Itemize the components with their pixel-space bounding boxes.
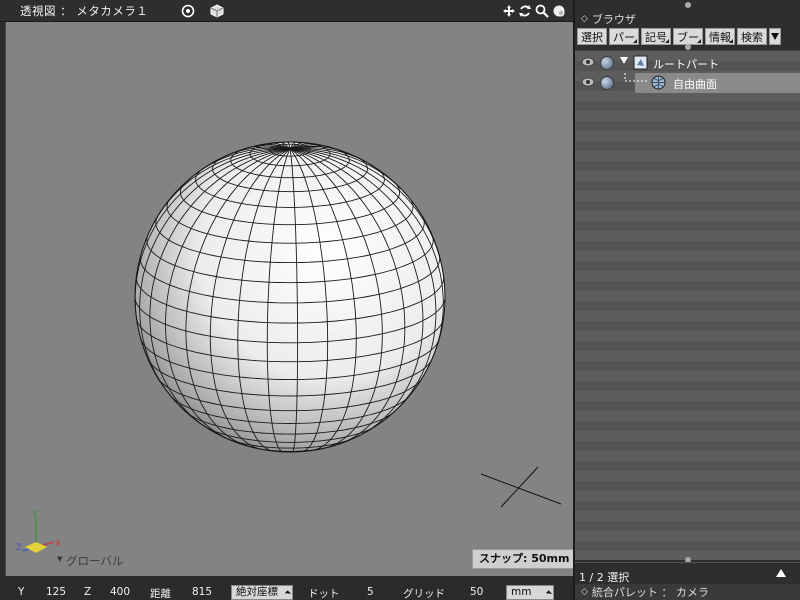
chevron-down-icon [771,33,779,40]
target-icon[interactable] [181,4,195,18]
surface-icon [651,75,666,90]
tab-menu-corner-icon [697,39,701,43]
render-ball-icon[interactable] [600,56,614,70]
tab-menu-corner-icon [633,39,637,43]
tree-connector [624,73,649,82]
browser-footer: 1 / 2 選択 [575,562,800,584]
tab-menu-corner-icon [729,39,733,43]
y-coord-label: Y [18,586,25,598]
viewport-bottom-edge [0,576,573,584]
tree-row-free-surface[interactable]: 自由曲面 [575,73,800,93]
snap-indicator[interactable]: スナップ: 50mm [472,549,573,569]
viewport-canvas[interactable]: Y X Z ▼ グローバル スナップ: 50mm [5,22,573,576]
browser-header[interactable]: ◇ ブラウザ [575,10,800,28]
collapse-diamond-icon[interactable]: ◇ [581,587,588,597]
z-coord-value: 400 [110,586,131,598]
tab-label: 選択 [581,31,603,44]
cube-icon[interactable] [210,4,224,18]
distance-value: 815 [192,586,213,598]
zoom-icon[interactable] [535,4,549,18]
settings-icon[interactable] [552,4,566,18]
move-icon[interactable] [502,4,516,18]
tab-label: ブー [677,31,699,44]
viewport-titlebar: 透視図 ： メタカメラ１ [0,0,573,22]
axis-x-label: X [55,538,61,548]
rotate-icon[interactable] [518,4,532,18]
grid-value: 50 [470,586,484,598]
tree-label-free-surface: 自由曲面 [673,78,717,91]
tab-label: 情報 [709,31,731,44]
palette-title: 統合パレット ： カメラ [591,586,709,599]
render-ball-icon[interactable] [600,76,614,90]
viewport-panel: 透視図 ： メタカメラ１ Y X Z ▼ グローバル スナップ: 50mm [0,0,573,584]
z-coord-label: Z [84,586,92,598]
tab-menu-corner-icon [665,39,669,43]
select-corner-icon [284,590,292,597]
palette-header[interactable]: ◇ 統合パレット ： カメラ [575,584,800,600]
tab-label: パー [613,31,635,44]
coord-mode-value: 絶対座標 [236,586,278,598]
statusbar: Y 125 Z 400 距離 815 絶対座標 ドット 5 グリッド 50 mm [0,584,573,600]
distance-label: 距離 [150,588,171,600]
visibility-eye-icon[interactable] [581,77,595,87]
axis-mode-label[interactable]: グローバル [66,553,123,569]
viewport-title[interactable]: 透視図 ： メタカメラ１ [20,3,148,19]
tab-symbol[interactable]: 記号 [641,28,671,45]
part-tree: ルートパート 自由曲面 [575,50,800,560]
selection-count: 1 / 2 選択 [579,571,630,584]
tab-search[interactable]: 検索 [737,28,767,45]
collapse-diamond-icon[interactable]: ◇ [581,14,588,24]
coord-mode-select[interactable]: 絶対座標 [231,585,293,600]
y-coord-value: 125 [46,586,67,598]
resize-grip-icon[interactable] [685,2,691,8]
tabs-more-button[interactable] [769,28,781,45]
browser-tabs: 選択 パー 記号 ブー 情報 検索 [577,28,800,45]
tree-label-root-part: ルートパート [653,58,719,71]
browser-title: ブラウザ [591,13,636,26]
scroll-up-icon[interactable] [776,569,786,577]
unit-value: mm [511,586,532,598]
axis-y-label: Y [32,509,38,519]
tab-select[interactable]: 選択 [577,28,607,45]
unit-select[interactable]: mm [506,585,554,600]
tree-row-root-part[interactable]: ルートパート [575,53,800,73]
browser-panel: ◇ ブラウザ 選択 パー 記号 ブー 情報 検索 ルートパート 自由曲面 1 /… [573,0,800,600]
axis-z-label: Z [16,542,22,552]
dot-value: 5 [367,586,374,598]
grid-label: グリッド [403,588,445,600]
axis-gizmo-icon: Y X Z [16,509,61,553]
tab-label: 検索 [741,31,763,44]
tab-part[interactable]: パー [609,28,639,45]
tab-boolean[interactable]: ブー [673,28,703,45]
dot-label: ドット [308,588,340,600]
select-corner-icon [545,590,553,597]
visibility-eye-icon[interactable] [581,57,595,67]
tab-info[interactable]: 情報 [705,28,735,45]
part-icon [633,55,648,70]
axis-dropdown-icon[interactable]: ▼ [57,555,62,563]
expand-triangle-icon[interactable] [620,57,628,64]
camera-target-marker [481,466,562,508]
tab-label: 記号 [645,31,667,44]
